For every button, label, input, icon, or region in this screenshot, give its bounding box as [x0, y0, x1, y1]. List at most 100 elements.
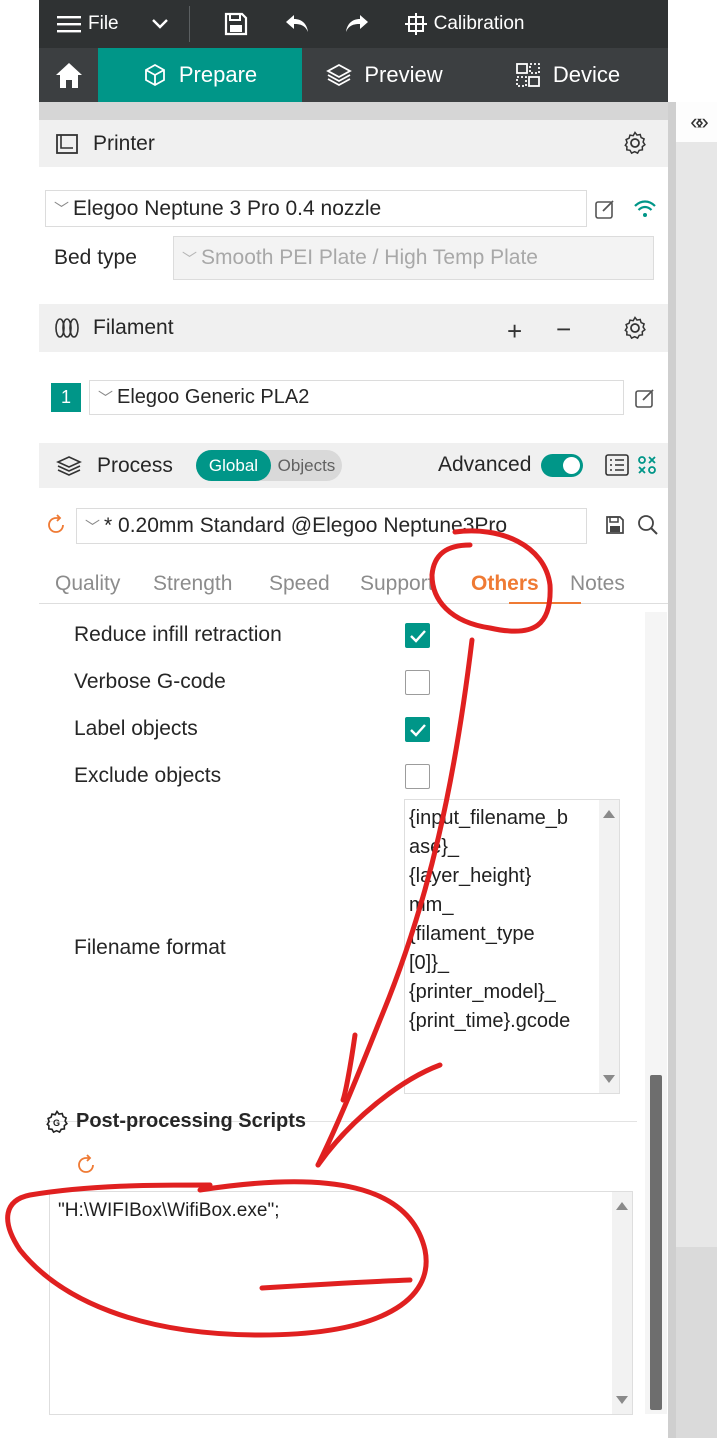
chevron-down-icon: ﹀ [182, 250, 198, 268]
cube-icon [144, 63, 165, 87]
calibration-menu[interactable]: Calibration [404, 0, 525, 48]
process-icon [55, 455, 83, 477]
sidebar-rail: «» [668, 102, 717, 1438]
save-preset-icon[interactable] [605, 515, 625, 540]
undo-icon[interactable] [284, 0, 310, 48]
post-processing-title: Post-processing Scripts [76, 1110, 307, 1132]
process-list-icon[interactable] [605, 454, 629, 482]
rail-lower-area [676, 1247, 717, 1438]
post-processing-input[interactable]: "H:\WIFIBox\WifiBox.exe"; [49, 1191, 633, 1415]
calibration-label: Calibration [433, 13, 525, 34]
filename-format-line: {layer_height} [409, 865, 532, 887]
tab-preview-label: Preview [364, 62, 443, 87]
filament-icon [53, 317, 81, 339]
objects-option[interactable]: Objects [271, 456, 342, 476]
main-tabs: Prepare Preview Device [39, 48, 668, 102]
filename-format-line: {input_filename_b [409, 807, 569, 829]
device-icon [515, 63, 540, 87]
add-filament-icon[interactable]: + [507, 316, 522, 347]
setting-label-label-objects: Label objects [74, 717, 198, 740]
process-preset-select[interactable]: ﹀ * 0.20mm Standard @Elegoo Neptune3Pro [76, 508, 587, 544]
edit-filament-icon[interactable] [634, 387, 656, 414]
checkbox-verbose-gcode[interactable] [405, 670, 430, 695]
redo-icon[interactable] [344, 0, 370, 48]
printer-select-value: Elegoo Neptune 3 Pro 0.4 nozzle [73, 196, 382, 220]
double-chevron-icon: «» [690, 109, 709, 134]
post-processing-value: "H:\WIFIBox\WifiBox.exe"; [58, 1200, 280, 1221]
search-icon[interactable] [637, 514, 659, 541]
tab-device[interactable]: Device [467, 48, 668, 102]
global-option[interactable]: Global [196, 450, 271, 481]
bed-type-label: Bed type [54, 246, 137, 269]
process-title: Process [97, 453, 173, 477]
bed-type-select[interactable]: ﹀ Smooth PEI Plate / High Temp Plate [173, 236, 654, 280]
calibration-icon [404, 13, 427, 35]
tab-device-label: Device [552, 62, 621, 87]
gcode-settings-icon: G [45, 1110, 69, 1139]
checkbox-exclude-objects[interactable] [405, 764, 430, 789]
splitter[interactable] [668, 102, 676, 1438]
tab-others[interactable]: Others [471, 572, 539, 596]
menu-separator [188, 6, 190, 42]
printer-select[interactable]: ﹀ Elegoo Neptune 3 Pro 0.4 nozzle [45, 190, 587, 227]
filament-select[interactable]: ﹀ Elegoo Generic PLA2 [89, 380, 624, 415]
advanced-label: Advanced [438, 453, 532, 476]
filename-format-line: ase}_ [409, 836, 460, 858]
collapse-sidebar-button[interactable]: «» [676, 102, 717, 142]
filename-format-label: Filename format [74, 936, 226, 959]
tab-support[interactable]: Support [360, 572, 434, 596]
save-icon[interactable] [224, 0, 248, 48]
filename-format-input[interactable]: {input_filename_b ase}_ {layer_height} m… [404, 799, 620, 1094]
filename-format-line: mm_ [409, 894, 454, 916]
file-menu-label: File [88, 13, 119, 34]
settings-scrollbar-thumb[interactable] [650, 1075, 662, 1410]
hamburger-icon [57, 16, 81, 33]
tab-preview[interactable]: Preview [302, 48, 467, 102]
edit-printer-icon[interactable] [594, 198, 616, 225]
advanced-toggle[interactable] [541, 454, 583, 477]
process-preset-value: * 0.20mm Standard @Elegoo Neptune3Pro [104, 514, 508, 537]
filament-title: Filament [93, 316, 174, 339]
post-processing-scrollbar[interactable] [612, 1192, 632, 1414]
printer-settings-icon[interactable] [623, 131, 647, 161]
home-button[interactable] [39, 48, 98, 102]
printer-section-header: Printer [39, 120, 668, 167]
filament-settings-icon[interactable] [623, 316, 647, 346]
remove-filament-icon[interactable]: − [556, 314, 571, 345]
reset-process-icon[interactable] [45, 514, 67, 541]
chevron-down-icon[interactable] [151, 0, 169, 48]
chevron-down-icon: ﹀ [98, 390, 114, 407]
filename-format-line: {printer_model}_ [409, 981, 556, 1003]
checkbox-label-objects[interactable] [405, 717, 430, 742]
tab-prepare-label: Prepare [178, 62, 258, 87]
filename-format-line: {filament_type [409, 923, 535, 945]
filament-slot-badge: 1 [51, 383, 81, 412]
process-compare-icon[interactable] [636, 454, 658, 482]
toolbar-strip [39, 102, 668, 120]
tab-prepare[interactable]: Prepare [98, 48, 302, 102]
filename-format-line: {print_time}.gcode [409, 1010, 571, 1032]
tab-speed[interactable]: Speed [269, 572, 330, 596]
reset-post-processing-icon[interactable] [75, 1154, 97, 1181]
printer-icon [53, 133, 81, 155]
active-tab-underline [509, 602, 581, 604]
tab-notes[interactable]: Notes [570, 572, 625, 596]
toggle-knob [563, 457, 580, 474]
wifi-icon[interactable] [633, 199, 657, 224]
filament-select-value: Elegoo Generic PLA2 [117, 386, 310, 408]
filament-slot-number: 1 [60, 387, 71, 407]
printer-title: Printer [93, 131, 155, 155]
global-objects-switch[interactable]: Global Objects [196, 450, 342, 481]
home-icon [55, 63, 82, 88]
bed-type-value: Smooth PEI Plate / High Temp Plate [201, 246, 538, 269]
setting-label-verbose-gcode: Verbose G-code [74, 670, 226, 693]
checkbox-reduce-infill-retraction[interactable] [405, 623, 430, 648]
file-menu[interactable]: File [57, 0, 119, 48]
chevron-down-icon: ﹀ [54, 201, 70, 218]
setting-label-reduce-infill-retraction: Reduce infill retraction [74, 623, 282, 646]
menu-bar: File Calibration [39, 0, 668, 48]
tab-strength[interactable]: Strength [153, 572, 232, 596]
tab-quality[interactable]: Quality [55, 572, 120, 596]
layers-icon [326, 63, 353, 87]
filename-format-scrollbar[interactable] [599, 800, 619, 1093]
